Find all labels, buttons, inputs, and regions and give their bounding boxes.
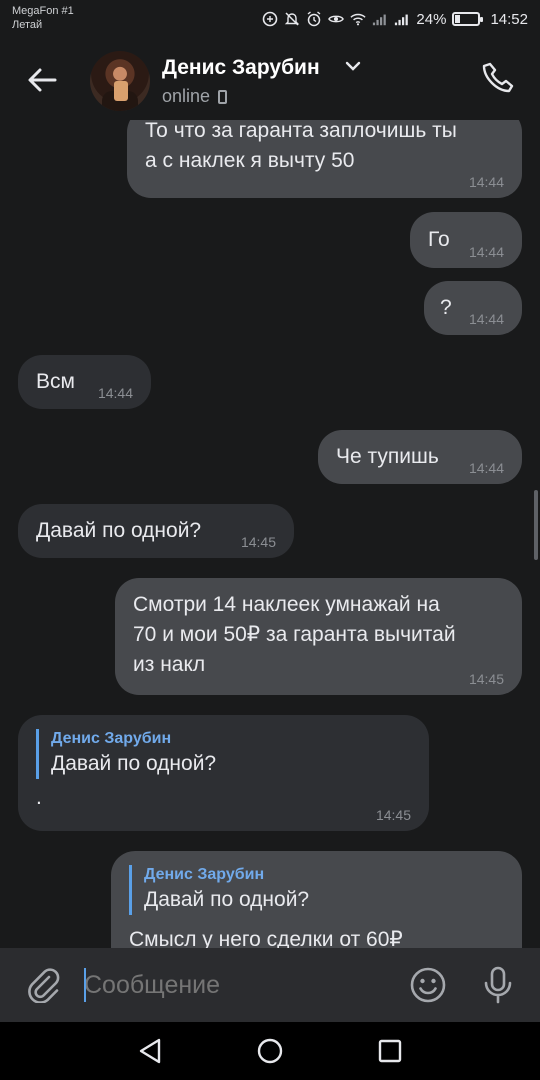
attach-button[interactable]: [22, 963, 66, 1007]
nav-recent-button[interactable]: [370, 1031, 410, 1071]
message-bubble-outgoing[interactable]: Че тупишь 14:44: [318, 430, 522, 484]
chevron-down-icon[interactable]: [345, 60, 361, 72]
mobile-device-icon: [218, 89, 228, 104]
contact-status: online: [162, 86, 228, 107]
arrow-left-icon: [28, 68, 57, 92]
message-text: Смысл у него сделки от 60₽: [129, 928, 403, 948]
message-time: 14:44: [468, 244, 504, 260]
status-icons: 24% 14:52: [262, 8, 528, 30]
message-bubble-outgoing[interactable]: То что за гаранта заплочишь ты а с накле…: [127, 120, 522, 198]
reply-text: Давай по одной?: [144, 888, 310, 911]
status-bar: MegaFon #1 Летай 24% 14:52: [0, 0, 540, 40]
voice-message-button[interactable]: [476, 963, 520, 1007]
text-cursor: [84, 968, 86, 1002]
message-bubble-incoming[interactable]: Давай по одной? 14:45: [18, 504, 294, 558]
alarm-icon: [306, 11, 322, 27]
reply-text: Давай по одной?: [51, 752, 217, 775]
contact-name[interactable]: Денис Зарубин: [162, 56, 320, 80]
message-bubble-outgoing[interactable]: Смотри 14 наклеек умнажай на 70 и мои 50…: [115, 578, 522, 695]
battery-percent: 24%: [416, 10, 447, 28]
eye-comfort-icon: [328, 11, 345, 27]
reply-quote[interactable]: Денис Зарубин Давай по одной?: [36, 729, 411, 779]
nav-home-button[interactable]: [250, 1031, 290, 1071]
reply-quote[interactable]: Денис Зарубин Давай по одной?: [129, 865, 504, 915]
scrollbar[interactable]: [534, 490, 538, 560]
message-time: 14:45: [375, 807, 411, 823]
back-button[interactable]: [20, 58, 64, 102]
battery-icon: [452, 12, 484, 26]
triangle-back-icon: [139, 1038, 161, 1064]
clock: 14:52: [490, 10, 528, 28]
signal-sim2-icon: [394, 11, 410, 27]
message-list[interactable]: То что за гаранта заплочишь ты а с накле…: [0, 120, 540, 948]
system-navigation-bar: [0, 1022, 540, 1080]
carrier-slogan: Летай: [12, 19, 43, 31]
message-time: 14:44: [468, 460, 504, 476]
message-bubble-outgoing[interactable]: Денис Зарубин Давай по одной? Смысл у не…: [111, 851, 522, 948]
message-bubble-incoming[interactable]: Денис Зарубин Давай по одной? . 14:45: [18, 715, 429, 831]
message-text: .: [36, 786, 42, 809]
message-text: То что за гаранта заплочишь ты: [145, 120, 457, 142]
data-saver-icon: [262, 11, 278, 27]
message-bubble-incoming[interactable]: Всм 14:44: [18, 355, 151, 409]
message-composer: [0, 948, 540, 1022]
message-time: 14:44: [468, 174, 504, 190]
message-text: из накл: [133, 653, 206, 676]
square-recent-icon: [378, 1039, 402, 1063]
message-time: 14:44: [97, 385, 133, 401]
message-text: 70 и мои 50₽ за гаранта вычитай: [133, 623, 456, 646]
message-bubble-outgoing[interactable]: Го 14:44: [410, 212, 522, 268]
circle-home-icon: [257, 1038, 283, 1064]
chat-header: Денис Зарубин online: [0, 40, 540, 120]
mute-icon: [284, 11, 300, 27]
paperclip-icon: [28, 968, 60, 1003]
carrier-name: MegaFon #1: [12, 5, 74, 17]
signal-sim1-icon: [372, 11, 388, 27]
nav-back-button[interactable]: [130, 1031, 170, 1071]
message-bubble-outgoing[interactable]: ? 14:44: [424, 281, 522, 335]
avatar[interactable]: [90, 51, 150, 111]
battery-level-fill: [455, 15, 461, 23]
message-text: а с наклек я вычту 50: [145, 149, 355, 172]
message-text: Смотри 14 наклеек умнажай на: [133, 593, 440, 616]
emoji-button[interactable]: [406, 963, 450, 1007]
smiley-icon: [410, 967, 446, 1003]
reply-author: Денис Зарубин: [51, 730, 172, 747]
online-status-text: online: [162, 86, 211, 106]
message-time: 14:45: [468, 671, 504, 687]
call-button[interactable]: [476, 56, 520, 100]
message-input[interactable]: [84, 962, 394, 1008]
message-time: 14:44: [468, 311, 504, 327]
wifi-icon: [350, 11, 367, 27]
message-time: 14:45: [240, 534, 276, 550]
carrier-info: MegaFon #1 Летай: [12, 4, 74, 32]
phone-icon: [482, 62, 514, 93]
reply-author: Денис Зарубин: [144, 866, 265, 883]
microphone-icon: [484, 966, 512, 1004]
